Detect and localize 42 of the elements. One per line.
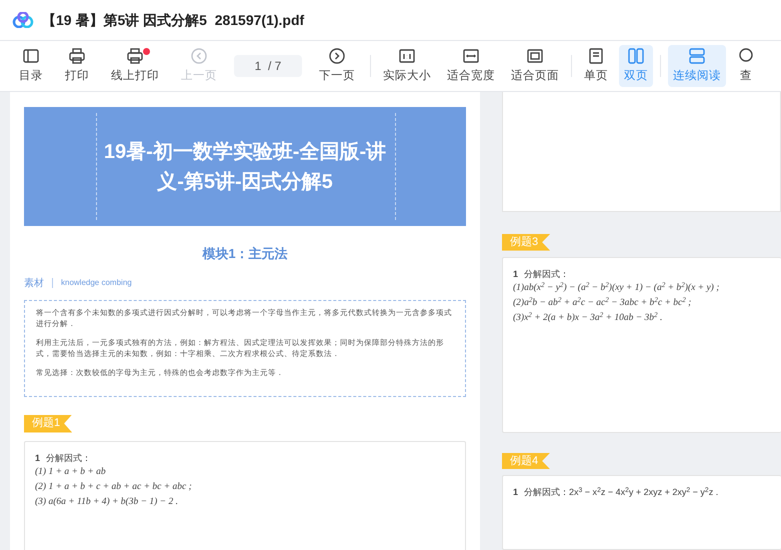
- question-number: 1: [513, 486, 518, 500]
- module-heading: 模块1：主元法: [202, 245, 288, 263]
- toolbar-button[interactable]: 线上打印: [106, 45, 164, 87]
- actual-size-icon: [398, 46, 416, 65]
- question-prompt: 分解因式：2x$^{3}$ − x$^{2}$z − 4x$^{2}$y + 2xyz + 2xy$^{2}$ − y$^{2}$z .: [524, 486, 718, 500]
- formula-line: (3)x$^{2}$ + 2(a + b)x − 3a$^{2}$ + 10ab − 3b$^{2}$ .: [513, 311, 664, 326]
- toolbar-button[interactable]: 目录: [14, 45, 48, 87]
- toolbar-button[interactable]: 打印: [60, 45, 94, 87]
- section-label: 素材: [24, 276, 44, 290]
- previous-icon: [190, 46, 208, 65]
- page-number-field[interactable]: 1 / 7: [234, 55, 302, 77]
- banner-title: 19暑-初一数学实验班-全国版-讲义-第5讲-因式分解5: [102, 140, 388, 194]
- fit-width-icon: [462, 46, 480, 65]
- question-number: 1: [35, 452, 40, 464]
- formula-line: (1) 1 + a + b + ab: [35, 466, 107, 479]
- example-tag: 例题1: [24, 414, 72, 432]
- example-tag: 例题3: [502, 234, 550, 251]
- window-title: 【19 暑】第5讲 因式分解5 281597(1).pdf: [42, 10, 304, 30]
- question-number: 1: [513, 268, 518, 281]
- toolbar-button[interactable]: 适合宽度: [442, 45, 500, 87]
- toolbar-button[interactable]: 查: [732, 45, 760, 87]
- two-pages-icon: [627, 46, 645, 65]
- formula-line: (3) a(6a + 11b + 4) + b(3b − 1) − 2 .: [35, 496, 179, 509]
- app-logo-icon: [12, 12, 34, 28]
- toolbar-button[interactable]: 适合页面: [506, 45, 564, 87]
- fit-page-icon: [526, 46, 544, 65]
- formula-line: (2) 1 + a + b + c + ab + ac + bc + abc ;: [35, 481, 193, 494]
- continuous-icon: [688, 46, 706, 65]
- question-prompt: 分解因式：: [46, 452, 92, 464]
- single-page-icon: [587, 46, 605, 65]
- question-prompt: 分解因式：: [524, 268, 570, 281]
- example-tag: 例题4: [502, 452, 550, 470]
- toolbar-button[interactable]: 下一页: [314, 45, 360, 87]
- section-subtitle: knowledge combing: [61, 277, 132, 289]
- formula-line: (2)a$^{2}$b − ab$^{2}$ + a$^{2}$c − ac$^{2}$ − 3abc + b$^{2}$c + bc$^{2}$ ;: [513, 296, 692, 310]
- toolbar-button[interactable]: 实际大小: [378, 45, 436, 87]
- printer-icon: [126, 46, 144, 65]
- next-icon: [328, 46, 346, 65]
- printer-icon: [68, 46, 86, 65]
- sidebar-icon: [22, 46, 40, 65]
- toolbar-button[interactable]: 单页: [579, 45, 613, 87]
- formula-line: (1)ab(x$^{2}$ − y$^{2}$) − (a$^{2}$ − b$^{2}$)(xy + 1) − (a$^{2}$ + b$^{2}$)(x + y) ;: [513, 281, 720, 296]
